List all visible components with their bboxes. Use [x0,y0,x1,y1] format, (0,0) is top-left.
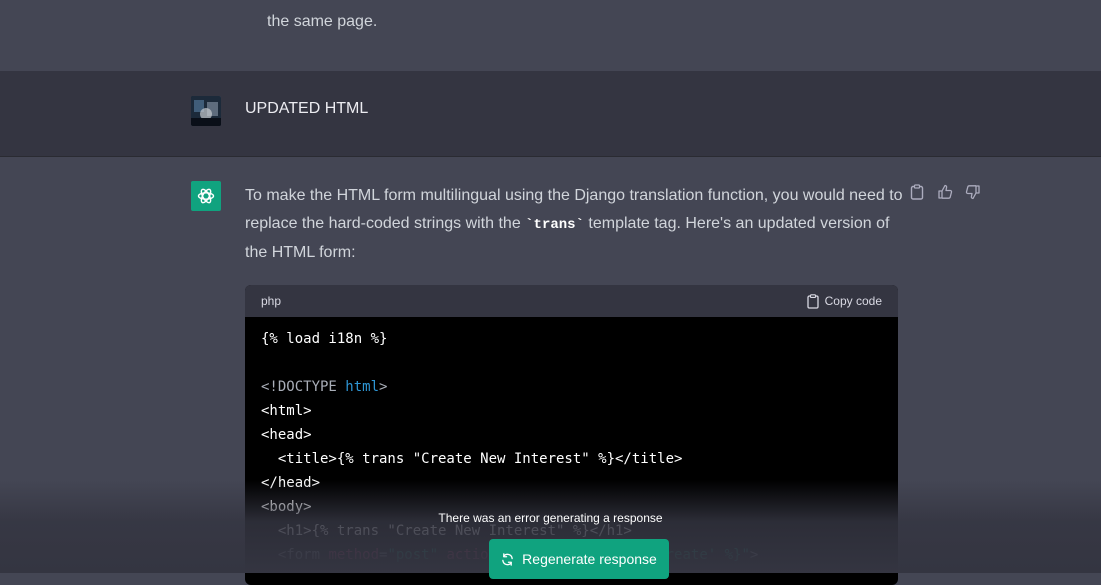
user-message-text: UPDATED HTML [245,100,369,117]
thumbs-up-icon[interactable] [936,183,954,201]
code-line: <!DOCTYPE html> [261,379,388,395]
assistant-logo-icon [191,181,221,211]
copy-code-label: Copy code [824,294,882,308]
previous-assistant-message: the same page. [0,0,1101,71]
regenerate-response-button[interactable]: Regenerate response [489,539,669,579]
code-block-header: php Copy code [245,285,898,317]
error-message: There was an error generating a response [438,511,663,525]
code-line: <head> [261,427,312,443]
code-line: <title>{% trans "Create New Interest" %}… [261,451,683,467]
copy-code-button[interactable]: Copy code [806,293,882,309]
previous-message-text: the same page. [267,13,378,30]
code-language-label: php [261,294,282,308]
refresh-icon [502,552,513,566]
assistant-message-text: To make the HTML form multilingual using… [245,182,905,267]
inline-code: `trans` [525,217,584,233]
code-line: <html> [261,403,312,419]
copy-message-icon[interactable] [908,183,926,201]
regenerate-response-label: Regenerate response [522,551,657,567]
user-message [0,71,1101,157]
user-avatar [191,96,221,126]
code-line: {% load i18n %} [261,331,388,347]
clipboard-icon [806,293,819,309]
thumbs-down-icon[interactable] [964,183,982,201]
message-actions [908,183,982,201]
